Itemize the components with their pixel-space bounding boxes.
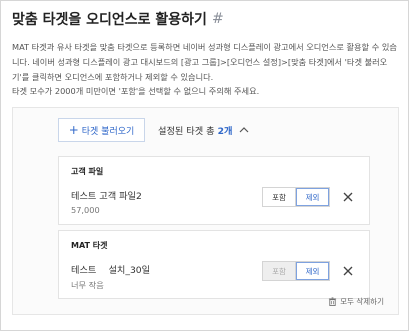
trash-icon — [329, 297, 337, 306]
target-summary-label: 설정된 타겟 총 — [158, 126, 215, 137]
target-name: 테스트 고객 파일2 — [71, 191, 142, 202]
close-icon[interactable] — [341, 264, 355, 278]
chevron-up-icon[interactable] — [238, 124, 250, 136]
page-title: 맞춤 타겟을 오디언스로 활용하기 # — [12, 9, 224, 29]
target-card-customer-file: 고객 파일 테스트 고객 파일2 57,000 포함 제외 — [58, 156, 370, 225]
audience-settings-card: 맞춤 타겟을 오디언스로 활용하기 # MAT 타겟과 유사 타겟을 맞춤 타겟… — [0, 0, 409, 331]
delete-all-button[interactable]: 모두 삭제하기 — [328, 296, 384, 307]
include-exclude-toggle: 포함 제외 — [262, 187, 330, 207]
page-title-text: 맞춤 타겟을 오디언스로 활용하기 — [12, 12, 207, 28]
target-size: 너무 작음 — [71, 280, 104, 290]
load-target-label: 타겟 불러오기 — [81, 126, 135, 137]
warning-note: 타겟 모수가 2000개 미만이면 '포함'을 선택할 수 없으니 주의해 주세… — [12, 86, 260, 96]
target-size: 57,000 — [71, 205, 100, 215]
description-text: MAT 타겟과 유사 타겟을 맞춤 타겟으로 등록하면 네이버 성과형 디스플레… — [12, 42, 397, 82]
target-count: 2개 — [217, 126, 233, 137]
include-exclude-toggle: 포함 제외 — [262, 261, 330, 281]
include-button-disabled: 포함 — [263, 262, 296, 280]
plus-icon: + — [68, 123, 79, 137]
delete-all-label: 모두 삭제하기 — [340, 297, 384, 306]
close-icon[interactable] — [341, 190, 355, 204]
load-target-button[interactable]: + 타겟 불러오기 — [58, 118, 145, 142]
target-name: 테스트 설치_30일 — [71, 265, 151, 276]
target-category: MAT 타겟 — [71, 241, 108, 250]
target-card-mat: MAT 타겟 테스트 설치_30일 너무 작음 포함 제외 — [58, 230, 370, 299]
include-button[interactable]: 포함 — [263, 188, 296, 206]
target-category: 고객 파일 — [71, 167, 104, 176]
exclude-button[interactable]: 제외 — [296, 188, 329, 206]
target-summary[interactable]: 설정된 타겟 총 2개 — [158, 118, 250, 142]
exclude-button[interactable]: 제외 — [296, 262, 329, 280]
anchor-hash-icon[interactable]: # — [212, 11, 224, 27]
target-panel: + 타겟 불러오기 설정된 타겟 총 2개 고객 파일 테스트 고객 파일2 5… — [12, 107, 399, 315]
